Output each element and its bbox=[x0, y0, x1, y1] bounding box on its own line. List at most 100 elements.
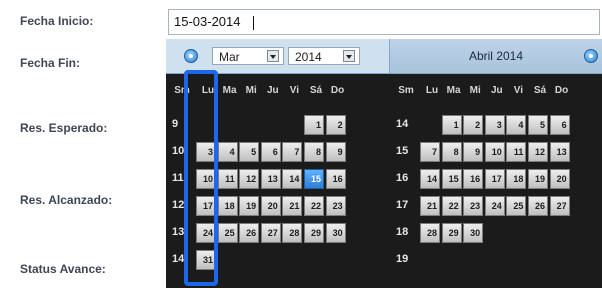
left-day-cell[interactable]: 14 bbox=[282, 169, 303, 189]
text-caret bbox=[253, 16, 254, 30]
right-day-cell[interactable]: 11 bbox=[506, 142, 527, 162]
right-day-cell[interactable]: 2 bbox=[463, 115, 484, 135]
left-day-cell[interactable]: 8 bbox=[304, 142, 324, 162]
month-select-value: Mar bbox=[219, 50, 240, 64]
left-day-cell[interactable]: 13 bbox=[260, 169, 281, 189]
left-day-cell[interactable]: 17 bbox=[196, 196, 216, 216]
right-day-cell[interactable]: 4 bbox=[506, 115, 527, 135]
left-dow-0: Sm bbox=[174, 85, 190, 96]
right-day-cell[interactable]: 3 bbox=[484, 115, 505, 135]
left-day-cell[interactable]: 29 bbox=[304, 223, 324, 243]
res-esperado-label: Res. Esperado: bbox=[20, 121, 108, 135]
left-day-cell[interactable]: 4 bbox=[217, 142, 238, 162]
prev-month-icon[interactable] bbox=[184, 49, 198, 63]
right-day-cell[interactable]: 23 bbox=[463, 196, 484, 216]
left-day-cell[interactable]: 15 bbox=[304, 169, 324, 189]
left-day-cell[interactable]: 7 bbox=[282, 142, 303, 162]
right-dow-7: Do bbox=[554, 85, 569, 96]
right-day-cell[interactable]: 6 bbox=[549, 115, 570, 135]
right-day-cell[interactable]: 10 bbox=[484, 142, 505, 162]
left-day-cell[interactable]: 1 bbox=[304, 115, 324, 135]
right-week-number: 14 bbox=[396, 118, 409, 130]
right-day-cell[interactable]: 15 bbox=[441, 169, 462, 189]
left-day-cell[interactable]: 5 bbox=[239, 142, 260, 162]
right-week-number: 16 bbox=[396, 172, 409, 184]
fecha-fin-label: Fecha Fin: bbox=[20, 56, 81, 70]
right-day-cell[interactable]: 24 bbox=[484, 196, 505, 216]
left-day-cell[interactable]: 9 bbox=[325, 142, 346, 162]
left-day-cell[interactable]: 19 bbox=[239, 196, 260, 216]
fecha-inicio-value: 15-03-2014 bbox=[174, 14, 241, 29]
left-day-cell[interactable]: 2 bbox=[325, 115, 346, 135]
left-day-cell[interactable]: 28 bbox=[282, 223, 303, 243]
right-dow-4: Ju bbox=[490, 85, 503, 96]
right-day-cell[interactable]: 13 bbox=[549, 142, 570, 162]
right-dow-1: Lu bbox=[425, 85, 439, 96]
right-day-cell[interactable]: 17 bbox=[484, 169, 505, 189]
datepicker-popup: Mar 2014 Abril 2014 Sm Lu Ma Mi Ju Vi Sá Do 9 1 2 1… bbox=[166, 39, 602, 288]
left-week-number: 9 bbox=[172, 118, 179, 130]
left-day-cell[interactable]: 30 bbox=[325, 223, 346, 243]
res-alcanzado-label: Res. Alcanzado: bbox=[20, 193, 113, 207]
left-dow-6: Sá bbox=[309, 85, 323, 96]
next-month-icon[interactable] bbox=[584, 49, 598, 63]
right-dow-0: Sm bbox=[398, 85, 414, 96]
calendar-header: Mar 2014 Abril 2014 bbox=[166, 39, 602, 74]
left-day-cell[interactable]: 27 bbox=[260, 223, 281, 243]
fecha-inicio-input[interactable]: 15-03-2014 bbox=[168, 9, 600, 35]
left-day-cell[interactable]: 12 bbox=[239, 169, 260, 189]
right-day-cell[interactable]: 26 bbox=[528, 196, 548, 216]
right-day-cell[interactable]: 20 bbox=[549, 169, 570, 189]
left-dow-7: Do bbox=[330, 85, 345, 96]
right-day-cell[interactable]: 7 bbox=[420, 142, 440, 162]
right-day-cell[interactable]: 28 bbox=[420, 223, 440, 243]
left-day-cell[interactable]: 3 bbox=[196, 142, 216, 162]
right-day-cell[interactable]: 9 bbox=[463, 142, 484, 162]
status-avance-label: Status Avance: bbox=[20, 262, 106, 276]
right-day-cell[interactable]: 27 bbox=[549, 196, 570, 216]
right-day-cell[interactable]: 16 bbox=[463, 169, 484, 189]
left-day-cell[interactable]: 21 bbox=[282, 196, 303, 216]
right-month-title: Abril 2014 bbox=[468, 49, 524, 63]
right-day-cell[interactable]: 8 bbox=[441, 142, 462, 162]
left-week-number: 10 bbox=[172, 145, 185, 157]
chevron-down-icon[interactable] bbox=[343, 50, 355, 62]
left-day-cell[interactable]: 10 bbox=[196, 169, 216, 189]
right-month-title-bar: Abril 2014 bbox=[390, 39, 602, 73]
right-day-cell[interactable]: 29 bbox=[441, 223, 462, 243]
right-day-cell[interactable]: 14 bbox=[420, 169, 440, 189]
left-day-cell[interactable]: 31 bbox=[196, 250, 216, 270]
right-day-cell[interactable]: 1 bbox=[441, 115, 462, 135]
left-day-cell[interactable]: 25 bbox=[217, 223, 238, 243]
year-select-value: 2014 bbox=[295, 50, 322, 64]
right-day-cell[interactable]: 18 bbox=[506, 169, 527, 189]
left-day-cell[interactable]: 24 bbox=[196, 223, 216, 243]
year-select[interactable]: 2014 bbox=[288, 47, 360, 65]
right-dow-6: Sá bbox=[533, 85, 547, 96]
left-day-cell[interactable]: 11 bbox=[217, 169, 238, 189]
left-day-cell[interactable]: 22 bbox=[304, 196, 324, 216]
right-day-cell[interactable]: 12 bbox=[528, 142, 548, 162]
left-dow-2: Ma bbox=[222, 85, 237, 96]
left-day-cell[interactable]: 6 bbox=[260, 142, 281, 162]
right-day-cell[interactable]: 25 bbox=[506, 196, 527, 216]
right-week-number: 15 bbox=[396, 145, 409, 157]
month-select[interactable]: Mar bbox=[212, 47, 284, 65]
left-day-cell[interactable]: 26 bbox=[239, 223, 260, 243]
chevron-down-icon[interactable] bbox=[267, 50, 279, 62]
left-week-number: 11 bbox=[172, 172, 184, 184]
left-week-number: 13 bbox=[172, 226, 185, 238]
right-day-cell[interactable]: 5 bbox=[528, 115, 548, 135]
right-dow-2: Ma bbox=[446, 85, 461, 96]
right-day-cell[interactable]: 30 bbox=[463, 223, 484, 243]
left-day-cell[interactable]: 23 bbox=[325, 196, 346, 216]
right-day-cell[interactable]: 22 bbox=[441, 196, 462, 216]
right-week-number: 17 bbox=[396, 199, 409, 211]
right-week-number: 18 bbox=[396, 226, 409, 238]
right-day-cell[interactable]: 21 bbox=[420, 196, 440, 216]
left-day-cell[interactable]: 20 bbox=[260, 196, 281, 216]
left-day-cell[interactable]: 16 bbox=[325, 169, 346, 189]
left-day-cell[interactable]: 18 bbox=[217, 196, 238, 216]
left-week-number: 14 bbox=[172, 253, 185, 265]
right-day-cell[interactable]: 19 bbox=[528, 169, 548, 189]
